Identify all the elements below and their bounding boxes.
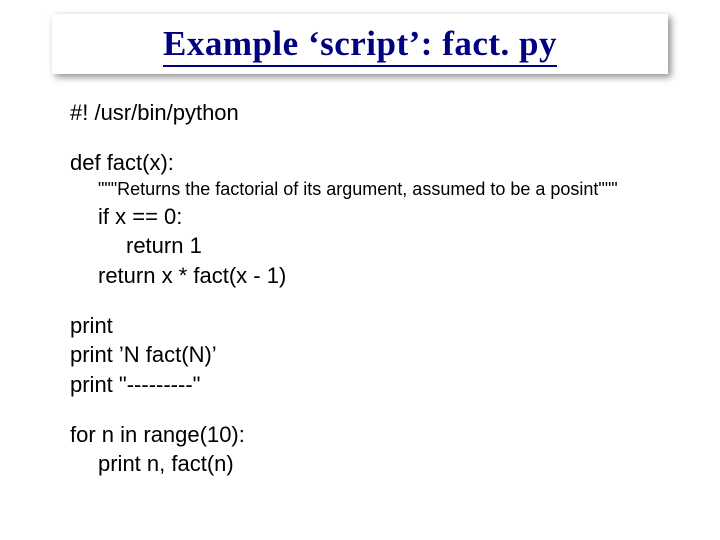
code-line: return x * fact(x - 1) — [70, 261, 680, 291]
code-line: print "---------" — [70, 370, 680, 400]
slide-title: Example ‘script’: fact. py — [163, 24, 557, 64]
code-line: return 1 — [70, 231, 680, 261]
code-line: if x == 0: — [70, 202, 680, 232]
code-line: print — [70, 311, 680, 341]
code-line: print ’N fact(N)’ — [70, 340, 680, 370]
code-line: print n, fact(n) — [70, 449, 680, 479]
code-body: #! /usr/bin/python def fact(x): """Retur… — [70, 98, 680, 479]
code-line: #! /usr/bin/python — [70, 98, 680, 128]
code-docstring: """Returns the factorial of its argument… — [70, 177, 680, 201]
slide: Example ‘script’: fact. py #! /usr/bin/p… — [0, 0, 720, 540]
code-line: for n in range(10): — [70, 420, 680, 450]
slide-title-text: Example ‘script’: fact. py — [163, 24, 557, 67]
code-line: def fact(x): — [70, 148, 680, 178]
title-box: Example ‘script’: fact. py — [52, 14, 668, 74]
